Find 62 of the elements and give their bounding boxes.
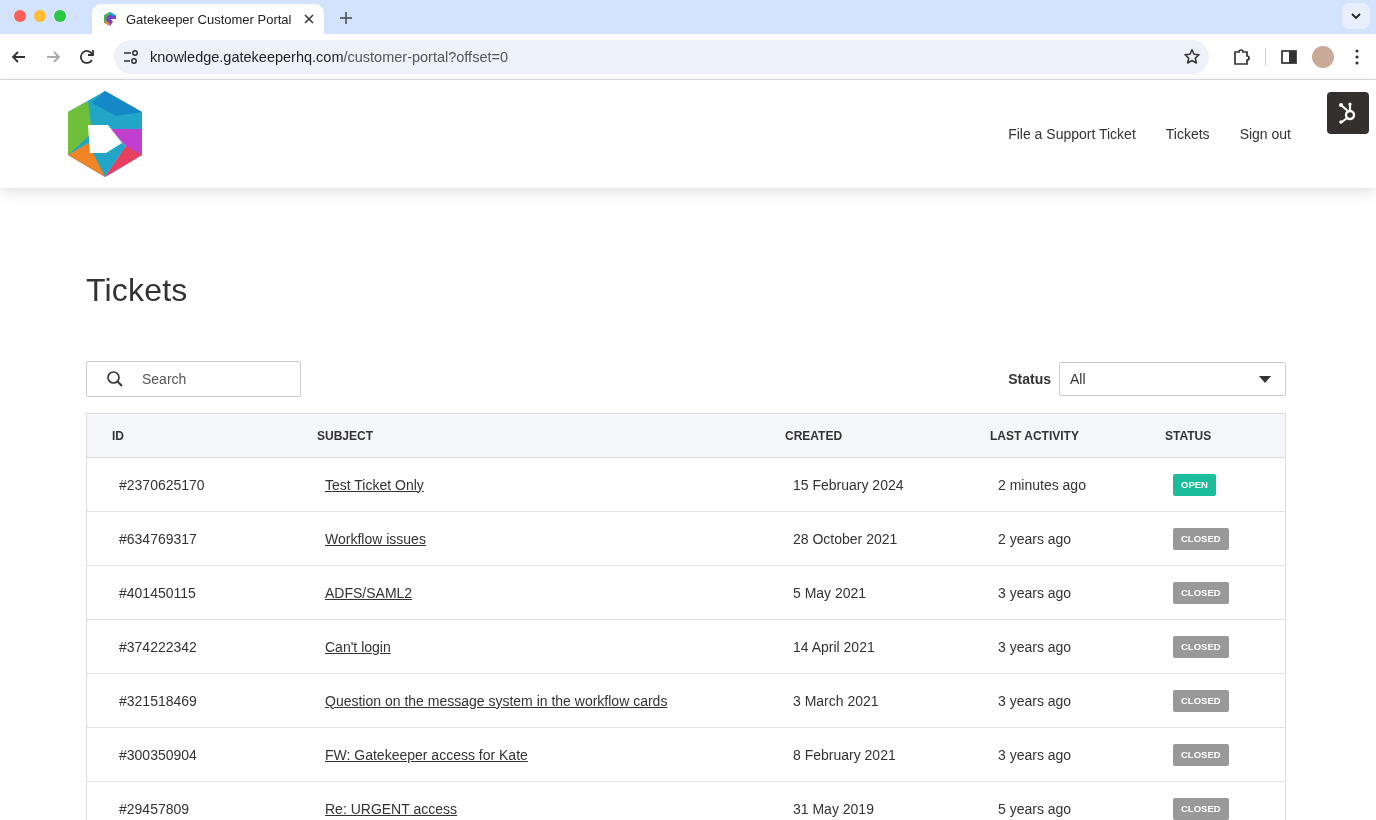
new-tab-icon[interactable] bbox=[340, 12, 352, 24]
status-badge: CLOSED bbox=[1173, 689, 1229, 712]
address-bar[interactable]: knowledge.gatekeeperhq.com/customer-portal?offset=0 bbox=[114, 39, 1209, 74]
ticket-id-cell: #2370625170 bbox=[86, 457, 317, 512]
last-activity-cell: 3 years ago bbox=[990, 619, 1165, 674]
nav-link[interactable]: Tickets bbox=[1165, 126, 1210, 142]
column-header: STATUS bbox=[1165, 413, 1286, 458]
created-date-cell: 5 May 2021 bbox=[785, 565, 990, 620]
status-badge: CLOSED bbox=[1173, 743, 1229, 766]
chevron-down-icon bbox=[1350, 12, 1362, 20]
ticket-id-cell: #634769317 bbox=[86, 511, 317, 566]
ticket-id-cell: #321518469 bbox=[86, 673, 317, 728]
ticket-id-cell: #374222342 bbox=[86, 619, 317, 674]
sprocket-icon[interactable] bbox=[1327, 92, 1369, 134]
ticket-subject-link[interactable]: Question on the message system in the workflow cards bbox=[325, 692, 668, 709]
search-icon bbox=[106, 370, 124, 388]
ticket-subject-link[interactable]: FW: Gatekeeper access for Kate bbox=[325, 746, 528, 763]
ticket-subject-link[interactable]: Can't login bbox=[325, 638, 391, 655]
page-title: Tickets bbox=[86, 272, 188, 309]
bookmark-star-icon[interactable] bbox=[1183, 47, 1201, 66]
nav-link[interactable]: File a Support Ticket bbox=[1008, 126, 1136, 142]
browser-tab[interactable]: Gatekeeper Customer Portal bbox=[92, 4, 324, 34]
created-date-cell: 31 May 2019 bbox=[785, 781, 990, 820]
search-field[interactable]: Search bbox=[86, 361, 301, 397]
last-activity-cell: 5 years ago bbox=[990, 781, 1165, 820]
created-date-cell: 28 October 2021 bbox=[785, 511, 990, 566]
created-date-cell: 8 February 2021 bbox=[785, 727, 990, 782]
created-date-cell: 14 April 2021 bbox=[785, 619, 990, 674]
status-badge: CLOSED bbox=[1173, 635, 1229, 658]
column-header: SUBJECT bbox=[317, 413, 785, 458]
last-activity-cell: 3 years ago bbox=[990, 727, 1165, 782]
created-date-cell: 15 February 2024 bbox=[785, 457, 990, 512]
ticket-id-cell: #300350904 bbox=[86, 727, 317, 782]
ticket-subject-link[interactable]: ADFS/SAML2 bbox=[325, 584, 413, 601]
status-badge: CLOSED bbox=[1173, 581, 1229, 604]
last-activity-cell: 3 years ago bbox=[990, 565, 1165, 620]
status-dropdown[interactable]: All bbox=[1059, 362, 1286, 396]
tab-title: Gatekeeper Customer Portal bbox=[126, 11, 293, 27]
gatekeeper-logo[interactable] bbox=[66, 91, 144, 177]
column-header: CREATED bbox=[785, 413, 990, 458]
last-activity-cell: 2 minutes ago bbox=[990, 457, 1165, 512]
ticket-subject-link[interactable]: Test Ticket Only bbox=[325, 476, 424, 493]
ticket-id-cell: #29457809 bbox=[86, 781, 317, 820]
ticket-id-cell: #401450115 bbox=[86, 565, 317, 620]
status-badge: CLOSED bbox=[1173, 797, 1229, 820]
column-header: ID bbox=[86, 413, 317, 458]
status-filter-label: Status bbox=[1008, 371, 1051, 387]
column-header: LAST ACTIVITY bbox=[990, 413, 1165, 458]
last-activity-cell: 3 years ago bbox=[990, 673, 1165, 728]
tab-favicon-icon bbox=[102, 11, 118, 27]
site-settings-icon[interactable] bbox=[122, 47, 140, 66]
ticket-subject-link[interactable]: Re: URGENT access bbox=[325, 800, 457, 817]
tab-search-button[interactable] bbox=[1342, 3, 1370, 29]
ticket-subject-link[interactable]: Workflow issues bbox=[325, 530, 426, 547]
caret-icon bbox=[1259, 375, 1271, 383]
last-activity-cell: 2 years ago bbox=[990, 511, 1165, 566]
url-text: knowledge.gatekeeperhq.com/customer-portal?offset=0 bbox=[150, 48, 510, 65]
status-badge: CLOSED bbox=[1173, 527, 1229, 550]
close-tab-icon[interactable] bbox=[304, 14, 314, 24]
nav-link[interactable]: Sign out bbox=[1239, 126, 1291, 142]
created-date-cell: 3 March 2021 bbox=[785, 673, 990, 728]
status-badge: OPEN bbox=[1173, 473, 1216, 496]
